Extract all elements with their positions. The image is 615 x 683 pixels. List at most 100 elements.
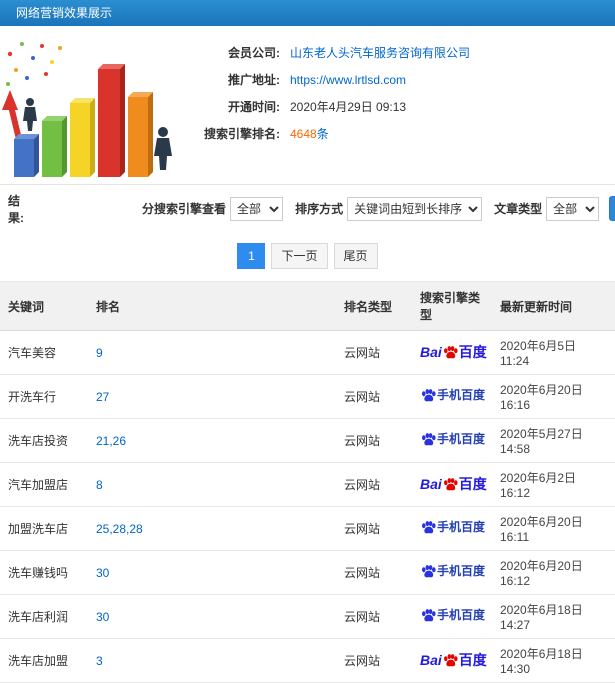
- keyword-cell: 加盟洗车店: [0, 506, 88, 551]
- open-time-label: 开通时间:: [228, 100, 280, 114]
- results-table-body: 汽车美容 9 云网站 Bai 百度 2020年6月5日 11:24 开洗车行 27…: [0, 330, 615, 683]
- table-row: 洗车赚钱吗 30 云网站 手机百度 2020年6月20日 16:12: [0, 550, 615, 595]
- submit-button[interactable]: 提交: [609, 196, 615, 221]
- engine-cell: 手机百度: [412, 594, 492, 639]
- mobile-baidu-logo-icon: 手机百度: [420, 432, 485, 446]
- baidu-paw-icon: [422, 433, 436, 446]
- engine-cell: Bai 百度: [412, 638, 492, 683]
- page-last-button[interactable]: 尾页: [333, 243, 378, 269]
- update-time-cell: 2020年6月5日 11:24: [492, 330, 615, 375]
- keyword-cell: 洗车店投资: [0, 418, 88, 463]
- engine-name-text: 手机百度: [437, 564, 486, 578]
- engine-name-text: 百度: [458, 652, 487, 668]
- rank-type-cell: 云网站: [336, 506, 412, 551]
- update-time-cell: 2020年6月2日 16:12: [492, 462, 615, 507]
- company-link[interactable]: 山东老人头汽车服务咨询有限公司: [290, 40, 470, 67]
- rank-link[interactable]: 25,28,28: [88, 506, 336, 551]
- update-time-cell: 2020年6月20日 16:11: [492, 506, 615, 551]
- rank-type-cell: 云网站: [336, 550, 412, 595]
- company-label: 会员公司:: [228, 46, 280, 60]
- baidu-paw-icon: [422, 565, 436, 578]
- rank-link[interactable]: 30: [88, 594, 336, 639]
- engine-name-text: 百度: [458, 476, 487, 492]
- engine-name-text: 手机百度: [437, 520, 486, 534]
- rank-link[interactable]: 8: [88, 462, 336, 507]
- engine-cell: Bai 百度: [412, 330, 492, 375]
- engine-cell: 手机百度: [412, 506, 492, 551]
- table-row: 洗车店投资 21,26 云网站 手机百度 2020年5月27日 14:58: [0, 418, 615, 463]
- header-rank-type: 排名类型: [336, 281, 412, 331]
- keyword-cell: 洗车店利润: [0, 594, 88, 639]
- engine-name-text: 手机百度: [437, 608, 486, 622]
- page-current[interactable]: 1: [237, 243, 266, 269]
- baidu-paw-icon: [422, 521, 436, 534]
- mobile-baidu-logo-icon: 手机百度: [420, 388, 485, 402]
- baidu-bai-text: Bai: [420, 652, 442, 668]
- header-rank: 排名: [88, 281, 336, 331]
- type-filter-select[interactable]: 全部: [546, 196, 600, 221]
- filter-bar: 结果: 分搜索引擎查看 全部 排序方式 关键词由短到长排序 文章类型 全部 提交: [0, 184, 615, 232]
- result-label: 结果:: [8, 193, 24, 225]
- engine-cell: 手机百度: [412, 418, 492, 463]
- rank-link[interactable]: 30: [88, 550, 336, 595]
- table-row: 汽车加盟店 8 云网站 Bai 百度 2020年6月2日 16:12: [0, 462, 615, 507]
- type-filter-label: 文章类型: [494, 202, 543, 216]
- keyword-cell: 汽车美容: [0, 330, 88, 375]
- pagination: 1 下一页 尾页: [0, 232, 615, 281]
- baidu-logo-icon: Bai 百度: [420, 477, 487, 491]
- site-link[interactable]: https://www.lrtlsd.com: [290, 67, 406, 94]
- keyword-cell: 开洗车行: [0, 374, 88, 419]
- header-engine-type: 搜索引擎类型: [412, 281, 492, 331]
- keyword-cell: 汽车加盟店: [0, 462, 88, 507]
- info-section: 会员公司: 山东老人头汽车服务咨询有限公司 推广地址: https://www.…: [0, 26, 615, 184]
- header-keyword: 关键词: [0, 281, 88, 331]
- member-info: 会员公司: 山东老人头汽车服务咨询有限公司 推广地址: https://www.…: [180, 32, 470, 180]
- open-time-value: 2020年4月29日 09:13: [290, 100, 407, 114]
- rank-type-cell: 云网站: [336, 374, 412, 419]
- baidu-logo-icon: Bai 百度: [420, 345, 487, 359]
- sort-select[interactable]: 关键词由短到长排序: [347, 196, 483, 221]
- rank-link[interactable]: 21,26: [88, 418, 336, 463]
- rank-link[interactable]: 9: [88, 330, 336, 375]
- sort-filter-label: 排序方式: [295, 202, 344, 216]
- table-row: 加盟洗车店 25,28,28 云网站 手机百度 2020年6月20日 16:11: [0, 506, 615, 551]
- keyword-cell: 洗车店加盟: [0, 638, 88, 683]
- update-time-cell: 2020年6月20日 16:12: [492, 550, 615, 595]
- rank-type-cell: 云网站: [336, 594, 412, 639]
- page-header: 网络营销效果展示: [0, 0, 615, 26]
- table-row: 洗车店加盟 3 云网站 Bai 百度 2020年6月18日 14:30: [0, 638, 615, 683]
- bar-chart-illustration: [0, 32, 180, 182]
- engine-cell: 手机百度: [412, 550, 492, 595]
- engine-name-text: 百度: [458, 344, 487, 360]
- baidu-bai-text: Bai: [420, 344, 442, 360]
- engine-filter-select[interactable]: 全部: [230, 196, 284, 221]
- baidu-paw-icon: [443, 478, 458, 491]
- engine-name-text: 手机百度: [437, 432, 486, 446]
- engine-name-text: 手机百度: [437, 388, 486, 402]
- baidu-paw-icon: [443, 346, 458, 359]
- rank-type-cell: 云网站: [336, 418, 412, 463]
- header-update-time: 最新更新时间: [492, 281, 615, 331]
- engine-cell: 手机百度: [412, 374, 492, 419]
- page-next-button[interactable]: 下一页: [271, 243, 328, 269]
- table-header-row: 关键词 排名 排名类型 搜索引擎类型 最新更新时间: [0, 281, 615, 331]
- table-row: 开洗车行 27 云网站 手机百度 2020年6月20日 16:16: [0, 374, 615, 419]
- rank-count-value: 4648条: [290, 127, 329, 141]
- baidu-paw-icon: [422, 609, 436, 622]
- update-time-cell: 2020年5月27日 14:58: [492, 418, 615, 463]
- update-time-cell: 2020年6月18日 14:27: [492, 594, 615, 639]
- rank-type-cell: 云网站: [336, 638, 412, 683]
- engine-filter-label: 分搜索引擎查看: [141, 202, 226, 216]
- baidu-logo-icon: Bai 百度: [420, 653, 487, 667]
- rank-link[interactable]: 3: [88, 638, 336, 683]
- rank-count-label: 搜索引擎排名:: [204, 127, 280, 141]
- table-row: 洗车店利润 30 云网站 手机百度 2020年6月18日 14:27: [0, 594, 615, 639]
- page-title: 网络营销效果展示: [16, 6, 113, 20]
- rank-link[interactable]: 27: [88, 374, 336, 419]
- mobile-baidu-logo-icon: 手机百度: [420, 564, 485, 578]
- baidu-paw-icon: [422, 389, 436, 402]
- baidu-bai-text: Bai: [420, 476, 442, 492]
- mobile-baidu-logo-icon: 手机百度: [420, 520, 485, 534]
- results-table: 关键词 排名 排名类型 搜索引擎类型 最新更新时间 汽车美容 9 云网站 Bai…: [0, 281, 615, 683]
- keyword-cell: 洗车赚钱吗: [0, 550, 88, 595]
